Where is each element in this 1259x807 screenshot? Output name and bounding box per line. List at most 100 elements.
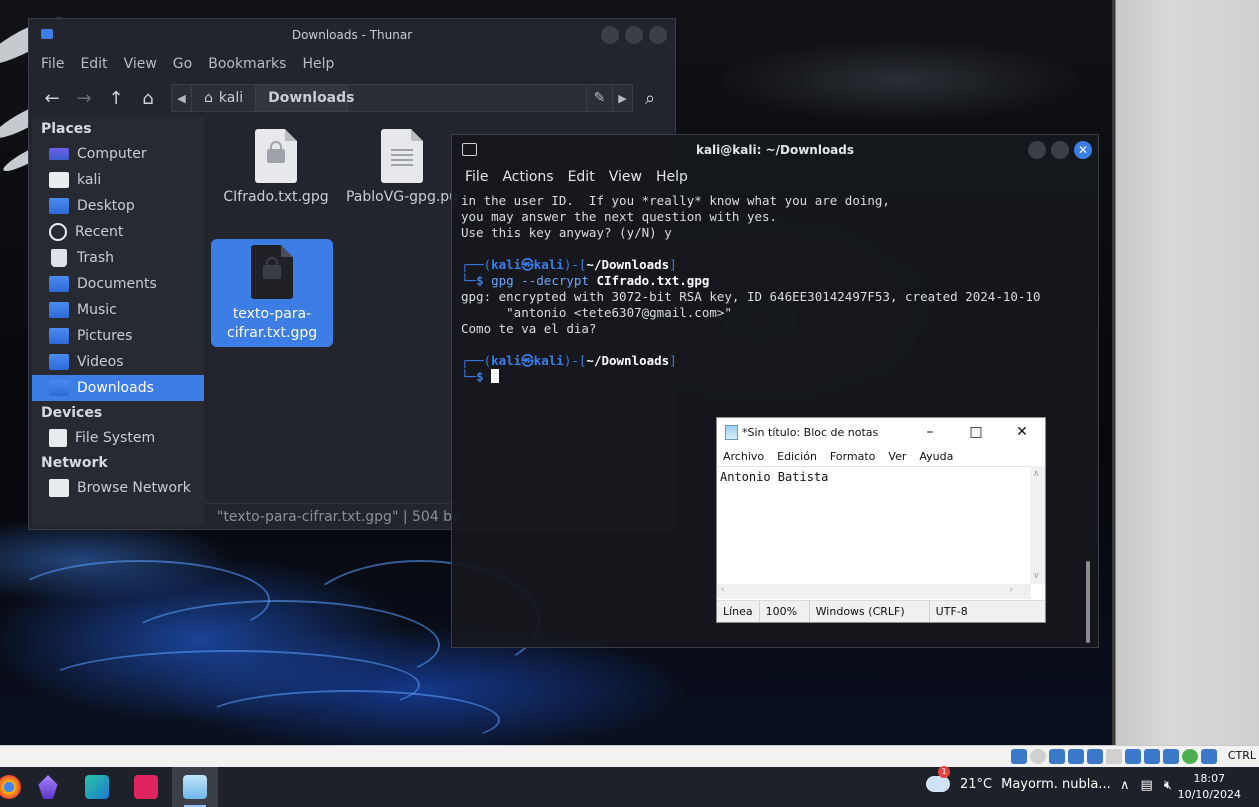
breadcrumb-current[interactable]: Downloads [256,85,354,111]
maximize-button[interactable] [625,26,643,44]
sidebar-item-music[interactable]: Music [32,297,204,323]
sidebar-item-pictures[interactable]: Pictures [32,323,204,349]
scroll-right-arrow-icon[interactable]: › [1009,585,1013,595]
taskbar-notepad[interactable] [172,767,218,807]
pictures-folder-icon [49,328,69,344]
terminal-menubar: File Actions Edit View Help [452,165,1098,189]
sidebar-item-trash[interactable]: Trash [32,245,204,271]
minimize-button[interactable] [601,26,619,44]
taskbar-app[interactable] [123,767,169,807]
sidebar-item-desktop[interactable]: Desktop [32,193,204,219]
back-arrow-icon[interactable]: ← [39,85,65,111]
text-cursor [491,369,500,383]
file-item[interactable]: PabloVG-gpg.pu [341,129,463,205]
cpu-icon[interactable] [1163,749,1179,764]
notepad-text-area[interactable]: Antonio Batista [717,466,1031,584]
sidebar-item-videos[interactable]: Videos [32,349,204,375]
terminal-line: "antonio <tete6307@gmail.com>" [461,305,732,320]
menu-archivo[interactable]: Archivo [723,450,764,463]
display-icon[interactable] [1125,749,1141,764]
chrome-icon [0,775,21,799]
sidebar-item-recent[interactable]: Recent [32,219,204,245]
chevron-up-icon[interactable]: ∧ [1120,778,1130,793]
notepad-window: *Sin título: Bloc de notas – □ ✕ Archivo… [716,417,1046,623]
menu-edicion[interactable]: Edición [777,450,817,463]
sidebar-item-label: Pictures [77,328,133,344]
terminal-output[interactable]: in the user ID. If you *really* know wha… [461,193,1080,385]
arrow-down-icon[interactable] [1201,749,1217,764]
host-key-label: CTRL [1227,749,1256,762]
sidebar-item-file-system[interactable]: File System [32,425,204,451]
forward-arrow-icon[interactable]: → [71,85,97,111]
network-icon[interactable]: ▤ [1141,778,1153,793]
close-button[interactable]: ✕ [1074,141,1092,159]
network-icon[interactable] [1068,749,1084,764]
audio-icon[interactable] [1049,749,1065,764]
notepad-title: *Sin título: Bloc de notas [742,425,879,439]
menu-view[interactable]: View [124,56,157,72]
minimize-button[interactable] [1028,141,1046,159]
close-button[interactable] [649,26,667,44]
usb-icon[interactable] [1087,749,1103,764]
recording-icon[interactable] [1144,749,1160,764]
terminal-scrollbar[interactable] [1086,561,1090,643]
sidebar-item-computer[interactable]: Computer [32,141,204,167]
search-icon[interactable]: ⌕ [645,88,655,109]
file-item-selected[interactable]: texto-para-cifrar.txt.gpg [211,239,333,347]
menu-edit[interactable]: Edit [568,169,595,185]
menu-actions[interactable]: Actions [502,169,553,185]
close-button[interactable]: ✕ [999,418,1045,446]
file-item[interactable]: CIfrado.txt.gpg [215,129,337,205]
guest-additions-icon[interactable] [1182,749,1198,764]
location-bar: ◀ ⌂ kali Downloads ✎ ▶ [171,84,633,112]
status-encoding: UTF-8 [935,605,968,618]
menu-file[interactable]: File [41,56,64,72]
path-right-arrow-icon[interactable]: ▶ [612,85,632,111]
terminal-titlebar[interactable]: kali@kali: ~/Downloads ✕ [452,135,1098,165]
menu-bookmarks[interactable]: Bookmarks [208,56,286,72]
path-left-arrow-icon[interactable]: ◀ [172,85,192,111]
notepad-icon [725,424,738,440]
horizontal-scrollbar[interactable]: ‹ › [717,584,1031,599]
notepad-menubar: Archivo Edición Formato Ver Ayuda [717,446,1045,466]
menu-formato[interactable]: Formato [830,450,876,463]
scroll-left-arrow-icon[interactable]: ‹ [721,585,725,595]
maximize-button[interactable] [1051,141,1069,159]
menu-view[interactable]: View [609,169,642,185]
menu-go[interactable]: Go [173,56,192,72]
home-icon[interactable]: ⌂ [135,85,161,111]
sidebar-item-documents[interactable]: Documents [32,271,204,297]
maximize-button[interactable]: □ [953,418,999,446]
edit-location-pencil-icon[interactable]: ✎ [586,85,612,111]
hard-disk-icon[interactable] [1011,749,1027,764]
sidebar-item-downloads[interactable]: Downloads [32,375,204,401]
taskbar-clock[interactable]: 18:07 10/10/2024 [1178,771,1241,803]
taskbar-obsidian[interactable] [25,767,71,807]
breadcrumb-home[interactable]: ⌂ kali [192,85,257,111]
notepad-icon [183,775,207,799]
scroll-up-arrow-icon[interactable]: ∧ [1033,469,1040,479]
menu-help[interactable]: Help [302,56,334,72]
up-arrow-icon[interactable]: ↑ [103,85,129,111]
optical-drive-icon[interactable] [1030,749,1046,764]
sidebar-item-kali[interactable]: kali [32,167,204,193]
thunar-sidebar: Places Computer kali Desktop Recent Tras… [32,117,204,525]
menu-edit[interactable]: Edit [80,56,107,72]
menu-ayuda[interactable]: Ayuda [919,450,953,463]
weather-widget[interactable]: 1 21°C Mayorm. nubla... [926,766,1111,792]
vp-icon [85,775,109,799]
vertical-scrollbar[interactable]: ∧ ∨ [1030,466,1045,584]
minimize-button[interactable]: – [907,418,953,446]
sidebar-item-browse-network[interactable]: Browse Network [32,475,204,501]
menu-file[interactable]: File [465,169,488,185]
menu-ver[interactable]: Ver [888,450,906,463]
sidebar-item-label: Documents [77,276,157,292]
taskbar-visual-paradigm[interactable] [74,767,120,807]
notepad-titlebar[interactable]: *Sin título: Bloc de notas – □ ✕ [717,418,1045,446]
thunar-titlebar[interactable]: Downloads - Thunar [29,19,675,50]
menu-help[interactable]: Help [656,169,688,185]
speaker-muted-icon[interactable]: 🔇︎ [1164,778,1172,793]
scroll-down-arrow-icon[interactable]: ∨ [1033,571,1040,581]
command-line: └─$ gpg --decrypt CIfrado.txt.gpg [461,273,710,288]
shared-folder-icon[interactable] [1106,749,1122,764]
